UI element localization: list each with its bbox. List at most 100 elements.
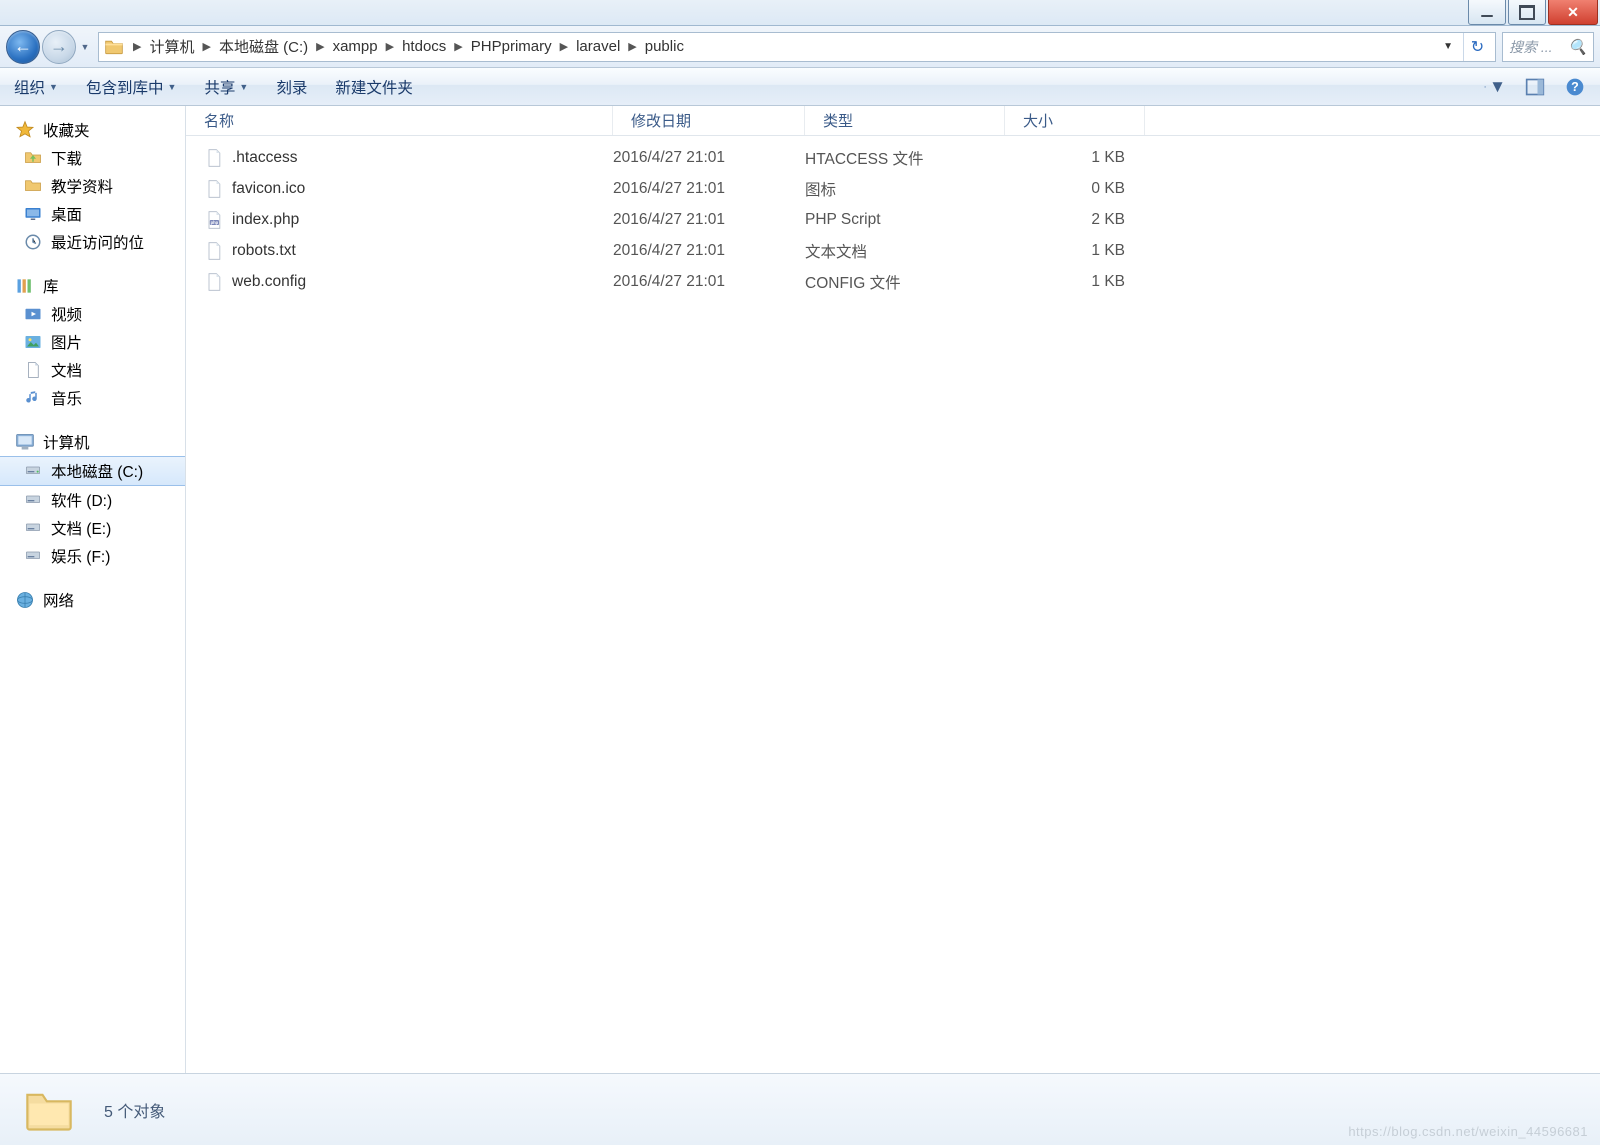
sidebar-item-label: 视频 xyxy=(51,303,82,325)
breadcrumb-item[interactable]: 计算机 xyxy=(143,33,200,61)
sidebar-item-music[interactable]: 音乐 xyxy=(0,384,185,412)
history-dropdown[interactable]: ▼ xyxy=(78,32,92,62)
file-date: 2016/4/27 21:01 xyxy=(613,211,805,229)
new-folder-button[interactable]: 新建文件夹 xyxy=(335,76,413,98)
file-type: PHP Script xyxy=(805,211,1005,229)
sidebar-item-label: 收藏夹 xyxy=(43,119,90,141)
sidebar-network[interactable]: 网络 xyxy=(0,586,185,614)
view-options-button[interactable]: ▼ xyxy=(1484,76,1506,98)
network-icon xyxy=(14,590,36,610)
file-name: index.php xyxy=(232,211,299,229)
breadcrumb-item[interactable]: laravel xyxy=(570,33,626,61)
sidebar-item-label: 教学资料 xyxy=(51,175,113,197)
library-icon xyxy=(14,276,36,296)
column-name[interactable]: 名称 xyxy=(186,106,613,135)
chevron-right-icon[interactable]: ▶ xyxy=(626,40,638,53)
file-icon xyxy=(204,148,224,168)
search-input[interactable]: 搜索 ... 🔍 xyxy=(1502,32,1594,62)
sidebar-computer[interactable]: 计算机 xyxy=(0,428,185,456)
status-text: 5 个对象 xyxy=(104,1098,165,1122)
sidebar-item-label: 娱乐 (F:) xyxy=(51,545,110,567)
document-icon xyxy=(22,360,44,380)
sidebar-libraries[interactable]: 库 xyxy=(0,272,185,300)
sidebar-item-label: 文档 (E:) xyxy=(51,517,111,539)
sidebar-item-label: 文档 xyxy=(51,359,82,381)
file-name: web.config xyxy=(232,273,306,291)
sidebar-item-documents[interactable]: 文档 xyxy=(0,356,185,384)
column-size[interactable]: 大小 xyxy=(1005,106,1145,135)
computer-icon xyxy=(14,432,36,452)
chevron-right-icon[interactable]: ▶ xyxy=(131,40,143,53)
sidebar-item-downloads[interactable]: 下载 xyxy=(0,144,185,172)
sidebar-item-drive-d[interactable]: 软件 (D:) xyxy=(0,486,185,514)
file-row[interactable]: php index.php 2016/4/27 21:01PHP Script2 K… xyxy=(186,204,1600,235)
folder-icon xyxy=(103,37,125,57)
file-icon: php xyxy=(204,210,224,230)
column-date[interactable]: 修改日期 xyxy=(613,106,805,135)
breadcrumb-item[interactable]: xampp xyxy=(327,33,384,61)
arrow-right-icon: → xyxy=(50,36,68,57)
sidebar-item-drive-e[interactable]: 文档 (E:) xyxy=(0,514,185,542)
chevron-right-icon[interactable]: ▶ xyxy=(452,40,464,53)
toolbar: 组织▼ 包含到库中▼ 共享▼ 刻录 新建文件夹 ▼ ? xyxy=(0,68,1600,106)
chevron-right-icon[interactable]: ▶ xyxy=(200,40,212,53)
folder-icon xyxy=(22,148,44,168)
chevron-right-icon[interactable]: ▶ xyxy=(384,40,396,53)
file-type: CONFIG 文件 xyxy=(805,271,1005,293)
svg-text:?: ? xyxy=(1571,80,1579,94)
sidebar-item-pictures[interactable]: 图片 xyxy=(0,328,185,356)
file-name: .htaccess xyxy=(232,149,297,167)
sidebar-item-label: 音乐 xyxy=(51,387,82,409)
close-button[interactable] xyxy=(1548,0,1598,25)
chevron-right-icon[interactable]: ▶ xyxy=(558,40,570,53)
sidebar-item-label: 本地磁盘 (C:) xyxy=(51,460,143,482)
folder-icon xyxy=(18,1084,80,1136)
refresh-button[interactable]: ↻ xyxy=(1463,33,1491,61)
breadcrumb-item[interactable]: htdocs xyxy=(396,33,452,61)
minimize-button[interactable] xyxy=(1468,0,1506,25)
chevron-right-icon[interactable]: ▶ xyxy=(314,40,326,53)
sidebar-item-desktop[interactable]: 桌面 xyxy=(0,200,185,228)
address-dropdown[interactable]: ▼ xyxy=(1437,37,1459,56)
search-placeholder: 搜索 ... xyxy=(1509,37,1553,57)
file-name: robots.txt xyxy=(232,242,296,260)
preview-pane-button[interactable] xyxy=(1524,76,1546,98)
sidebar-item-label: 图片 xyxy=(51,331,82,353)
sidebar-item-drive-c[interactable]: 本地磁盘 (C:) xyxy=(0,456,185,486)
star-icon xyxy=(14,120,36,140)
sidebar-item-drive-f[interactable]: 娱乐 (F:) xyxy=(0,542,185,570)
sidebar-item-label: 下载 xyxy=(51,147,82,169)
file-row[interactable]: web.config2016/4/27 21:01CONFIG 文件1 KB xyxy=(186,266,1600,297)
file-date: 2016/4/27 21:01 xyxy=(613,180,805,198)
sidebar-item-recent[interactable]: 最近访问的位 xyxy=(0,228,185,256)
maximize-button[interactable] xyxy=(1508,0,1546,25)
column-type[interactable]: 类型 xyxy=(805,106,1005,135)
chevron-down-icon: ▼ xyxy=(49,82,58,92)
music-icon xyxy=(22,388,44,408)
file-size: 2 KB xyxy=(1005,211,1145,229)
arrow-left-icon: ← xyxy=(14,36,32,57)
share-button[interactable]: 共享▼ xyxy=(204,76,248,98)
burn-button[interactable]: 刻录 xyxy=(276,76,307,98)
help-button[interactable]: ? xyxy=(1564,76,1586,98)
address-bar: ← → ▼ ▶ 计算机 ▶ 本地磁盘 (C:) ▶ xampp ▶ htdocs… xyxy=(0,26,1600,68)
chevron-down-icon: ▼ xyxy=(1489,77,1506,97)
file-row[interactable]: .htaccess2016/4/27 21:01HTACCESS 文件1 KB xyxy=(186,142,1600,173)
sidebar-item-videos[interactable]: 视频 xyxy=(0,300,185,328)
chevron-down-icon: ▼ xyxy=(167,82,176,92)
forward-button[interactable]: → xyxy=(42,30,76,64)
breadcrumb-bar[interactable]: ▶ 计算机 ▶ 本地磁盘 (C:) ▶ xampp ▶ htdocs ▶ PHP… xyxy=(98,32,1496,62)
breadcrumb-item[interactable]: public xyxy=(639,33,690,61)
sidebar-favorites[interactable]: 收藏夹 xyxy=(0,116,185,144)
sidebar-item-teaching[interactable]: 教学资料 xyxy=(0,172,185,200)
back-button[interactable]: ← xyxy=(6,30,40,64)
sidebar-item-label: 网络 xyxy=(43,589,74,611)
file-row[interactable]: favicon.ico2016/4/27 21:01图标0 KB xyxy=(186,173,1600,204)
breadcrumb-item[interactable]: PHPprimary xyxy=(465,33,558,61)
breadcrumb-item[interactable]: 本地磁盘 (C:) xyxy=(213,33,314,61)
search-icon: 🔍 xyxy=(1568,38,1587,56)
drive-icon xyxy=(22,546,44,566)
include-in-library-button[interactable]: 包含到库中▼ xyxy=(86,76,176,98)
file-row[interactable]: robots.txt2016/4/27 21:01文本文档1 KB xyxy=(186,235,1600,266)
organize-button[interactable]: 组织▼ xyxy=(14,76,58,98)
